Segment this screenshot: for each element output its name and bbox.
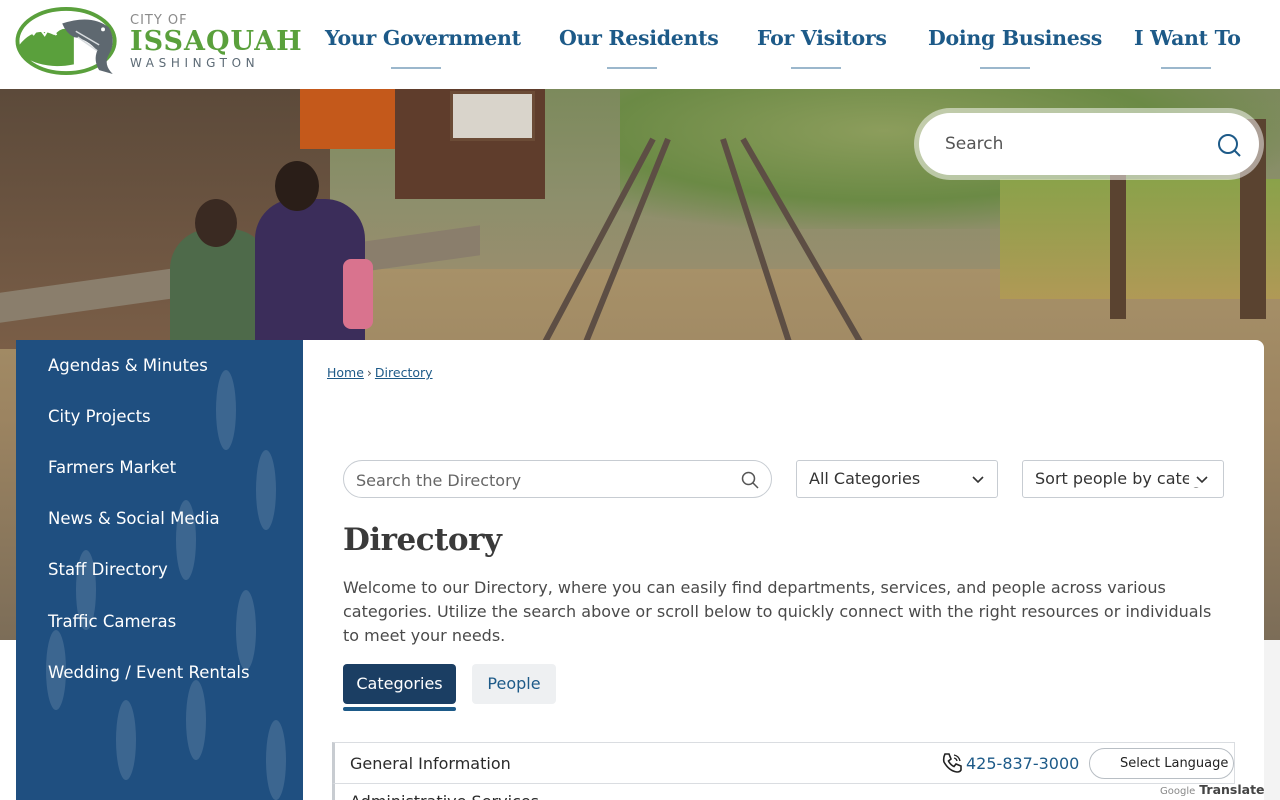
breadcrumb-directory-link[interactable]: Directory bbox=[375, 365, 433, 380]
chevron-down-icon bbox=[971, 473, 985, 487]
phone-link[interactable]: 425-837-3000 bbox=[966, 754, 1079, 773]
nav-label[interactable]: Your Government bbox=[325, 26, 521, 50]
nav-label[interactable]: For Visitors bbox=[757, 26, 887, 50]
tab-active-indicator bbox=[343, 707, 456, 711]
hero-red-door bbox=[300, 89, 395, 149]
sidebar-item-city-projects[interactable]: City Projects bbox=[48, 407, 151, 426]
logo-state: WASHINGTON bbox=[130, 56, 260, 70]
sidebar-item-staff-directory[interactable]: Staff Directory bbox=[48, 560, 168, 579]
google-translate-credit[interactable]: Google Translate bbox=[1160, 782, 1265, 797]
sidebar-item-news-social-media[interactable]: News & Social Media bbox=[48, 509, 220, 528]
nav-underline bbox=[1161, 67, 1211, 69]
breadcrumb-home-link[interactable]: Home bbox=[327, 365, 364, 380]
background-pattern bbox=[1264, 640, 1280, 800]
hero-window bbox=[450, 91, 535, 141]
translate-label: Translate bbox=[1199, 782, 1265, 797]
phone-icon bbox=[942, 753, 962, 773]
tab-categories[interactable]: Categories bbox=[343, 664, 456, 704]
sidebar-item-wedding-event-rentals[interactable]: Wedding / Event Rentals bbox=[48, 663, 250, 682]
select-language-button[interactable]: Select Language bbox=[1089, 748, 1234, 779]
nav-label[interactable]: Doing Business bbox=[928, 26, 1102, 50]
salmon-logo-icon bbox=[15, 6, 117, 76]
google-logo: Google bbox=[1160, 786, 1196, 797]
nav-our-residents[interactable]: Our Residents bbox=[559, 26, 719, 70]
hero-person-head bbox=[275, 161, 319, 211]
nav-underline bbox=[980, 67, 1030, 69]
directory-search bbox=[343, 460, 772, 498]
nav-underline bbox=[391, 67, 441, 69]
table-row[interactable]: Administrative Services bbox=[332, 784, 1235, 800]
nav-underline bbox=[607, 67, 657, 69]
page-title: Directory bbox=[343, 522, 502, 558]
search-icon[interactable] bbox=[1216, 132, 1242, 158]
sidebar-item-traffic-cameras[interactable]: Traffic Cameras bbox=[48, 612, 176, 631]
sidebar-nav: Agendas & Minutes City Projects Farmers … bbox=[16, 340, 303, 800]
nav-your-government[interactable]: Your Government bbox=[325, 26, 521, 70]
site-search-input[interactable] bbox=[945, 132, 1205, 156]
category-name[interactable]: Administrative Services bbox=[350, 792, 539, 800]
chevron-down-icon bbox=[1189, 473, 1209, 487]
sort-select-value: Sort people by categ bbox=[1035, 469, 1202, 488]
category-name[interactable]: General Information bbox=[350, 754, 511, 773]
sidebar-item-farmers-market[interactable]: Farmers Market bbox=[48, 458, 176, 477]
site-search bbox=[914, 108, 1264, 180]
logo-text: CITY OF ISSAQUAH WASHINGTON bbox=[130, 14, 303, 71]
breadcrumb: Home › Directory bbox=[327, 365, 433, 380]
nav-label[interactable]: Our Residents bbox=[559, 26, 719, 50]
breadcrumb-separator: › bbox=[366, 365, 372, 380]
hero-grass bbox=[1000, 179, 1280, 299]
hero-bag bbox=[343, 259, 373, 329]
main-content: Home›Directory All Categories Sort peopl… bbox=[303, 340, 1264, 800]
nav-underline bbox=[791, 67, 841, 69]
tab-people[interactable]: People bbox=[472, 664, 556, 704]
site-search-box bbox=[919, 113, 1259, 175]
nav-i-want-to[interactable]: I Want To bbox=[1134, 26, 1241, 70]
logo-city-name: ISSAQUAH bbox=[130, 26, 303, 57]
select-language-label: Select Language bbox=[1120, 756, 1229, 771]
city-logo[interactable]: CITY OF ISSAQUAH WASHINGTON bbox=[14, 6, 302, 82]
category-select-value: All Categories bbox=[809, 469, 921, 488]
nav-doing-business[interactable]: Doing Business bbox=[928, 26, 1102, 70]
sidebar-item-agendas-minutes[interactable]: Agendas & Minutes bbox=[48, 356, 208, 375]
category-select[interactable]: All Categories bbox=[796, 460, 998, 498]
directory-description: Welcome to our Directory, where you can … bbox=[343, 578, 1212, 645]
directory-search-input[interactable] bbox=[356, 469, 726, 491]
nav-label[interactable]: I Want To bbox=[1134, 26, 1241, 50]
site-header: CITY OF ISSAQUAH WASHINGTON Your Governm… bbox=[0, 0, 1280, 89]
sort-people-select[interactable]: Sort people by categ bbox=[1022, 460, 1224, 498]
nav-for-visitors[interactable]: For Visitors bbox=[757, 26, 887, 70]
search-icon[interactable] bbox=[741, 471, 759, 489]
hero-person-head bbox=[195, 199, 237, 247]
